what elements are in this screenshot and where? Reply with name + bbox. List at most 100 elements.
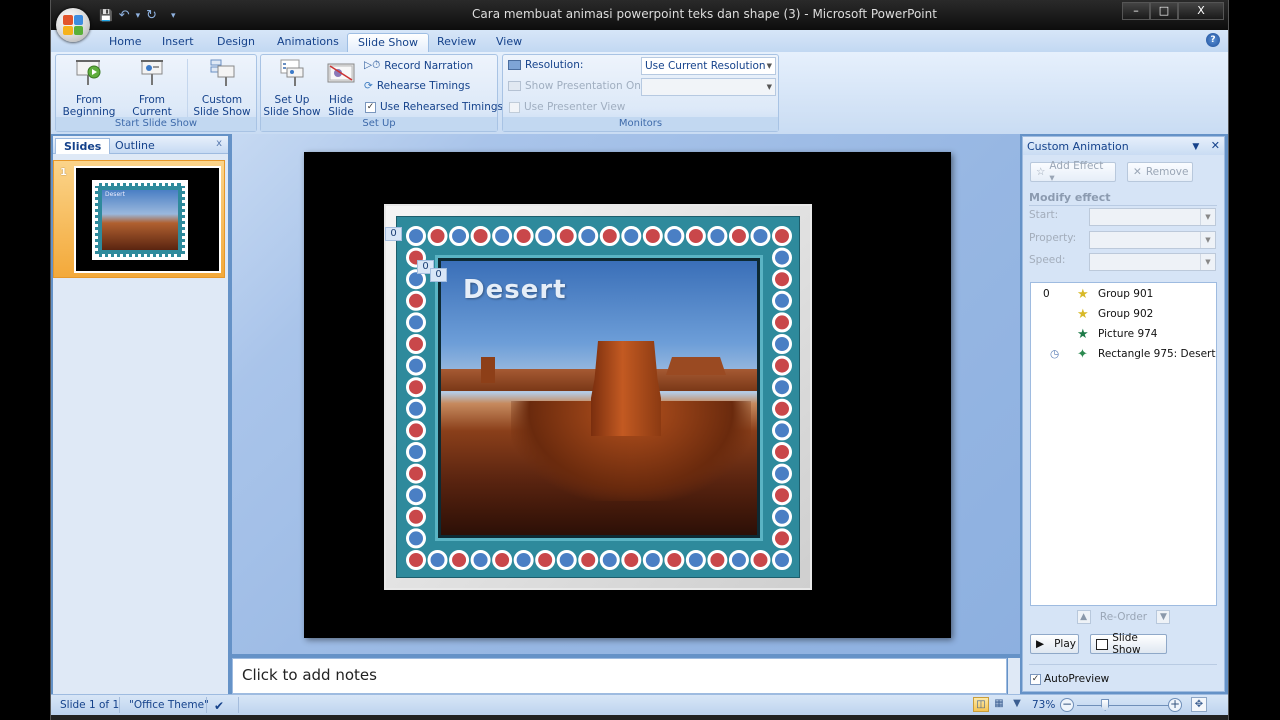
group-set-up: Set Up Slide Show Hide Slide ▷⏱ Record N… (260, 54, 503, 132)
animation-item[interactable]: ◷ ✦ Rectangle 975: Desert (1031, 345, 1216, 363)
save-icon[interactable]: 💾 (99, 9, 113, 22)
use-rehearsed-label: Use Rehearsed Timings (380, 101, 503, 113)
animation-name: Group 902 (1098, 308, 1154, 320)
fit-to-window-icon[interactable]: ✥ (1191, 697, 1207, 712)
undo-dropdown-icon[interactable]: ▾ (136, 11, 141, 21)
animation-item[interactable]: 0 ★ Group 901 (1031, 285, 1216, 303)
animation-item[interactable]: ★ Group 902 (1031, 305, 1216, 323)
border-dot (599, 550, 620, 570)
ribbon: From Beginning From Current Slide Custom… (51, 52, 1228, 134)
border-dot (427, 226, 448, 246)
remove-button[interactable]: ✕ Remove (1127, 162, 1193, 182)
star-yellow-icon: ★ (1077, 286, 1089, 302)
animation-tag[interactable]: 0 (385, 227, 402, 241)
undo-icon[interactable]: ↶ (119, 8, 130, 23)
property-label: Property: (1029, 232, 1077, 244)
move-down-icon[interactable]: ▼ (1156, 610, 1171, 624)
tab-animations[interactable]: Animations (267, 33, 349, 52)
border-dot (728, 226, 749, 246)
border-dot (772, 485, 792, 506)
zoom-in-icon[interactable]: + (1168, 698, 1182, 712)
pane-close-icon[interactable]: ✕ (1211, 139, 1220, 152)
slideshow-view-icon[interactable]: ▼ (1009, 697, 1025, 712)
normal-view-icon[interactable]: ◫ (973, 697, 989, 712)
remove-icon: ✕ (1133, 166, 1142, 178)
tab-review[interactable]: Review (427, 33, 486, 52)
slide-number: 1 (60, 167, 67, 178)
tab-insert[interactable]: Insert (152, 33, 204, 52)
zoom-out-icon[interactable]: − (1060, 698, 1074, 712)
customize-qat-icon[interactable]: ▾ (171, 11, 176, 21)
record-narration-button[interactable]: ▷⏱ Record Narration (364, 59, 473, 72)
tab-slides[interactable]: Slides (55, 138, 111, 154)
office-button[interactable] (56, 8, 90, 42)
slide-edit-area: Desert 0 0 0 (232, 134, 1020, 654)
resolution-label-text: Resolution: (525, 59, 584, 71)
border-dot (449, 226, 470, 246)
border-dot (664, 226, 685, 246)
use-rehearsed-timings-checkbox[interactable]: ✓ Use Rehearsed Timings (365, 101, 503, 113)
border-dot (406, 485, 426, 506)
border-dot (470, 226, 491, 246)
speed-dropdown[interactable]: ▼ (1089, 253, 1216, 271)
notes-field[interactable]: Click to add notes (232, 658, 1007, 694)
border-dot (427, 550, 448, 570)
start-dropdown[interactable]: ▼ (1089, 208, 1216, 226)
set-up-slide-show-button[interactable]: Set Up Slide Show (263, 58, 321, 118)
teal-border: Desert (396, 216, 800, 578)
picture-974[interactable]: Desert (435, 255, 763, 541)
border-dot (492, 550, 513, 570)
autopreview-label: AutoPreview (1044, 673, 1110, 685)
slide-canvas[interactable]: Desert 0 0 0 (304, 152, 951, 638)
notes-scrollbar[interactable] (1008, 658, 1020, 694)
slide-sorter-icon[interactable]: ▦ (991, 697, 1007, 712)
autopreview-checkbox[interactable]: ✓ AutoPreview (1030, 673, 1109, 685)
help-icon[interactable]: ? (1206, 33, 1220, 47)
border-dot (772, 355, 792, 376)
checkbox-checked-icon: ✓ (1030, 673, 1041, 685)
show-presentation-on-dropdown[interactable]: ▼ (641, 78, 776, 96)
checkbox-unchecked-icon (509, 101, 520, 113)
border-dot (750, 226, 771, 246)
tab-slide-show[interactable]: Slide Show (347, 33, 430, 52)
tab-view[interactable]: View (486, 33, 532, 52)
hide-slide-button[interactable]: Hide Slide (323, 58, 359, 118)
slide-thumbnail-1[interactable]: 1 Desert (53, 160, 225, 278)
pane-menu-icon[interactable]: ▼ (1192, 142, 1199, 152)
slide-title-desert[interactable]: Desert (463, 275, 567, 305)
zoom-slider-handle[interactable] (1101, 699, 1110, 711)
tab-design[interactable]: Design (207, 33, 265, 52)
group-start-slide-show: From Beginning From Current Slide Custom… (55, 54, 257, 132)
theme-name[interactable]: "Office Theme" (129, 699, 209, 711)
add-effect-button[interactable]: ☆ Add Effect ▾ (1030, 160, 1116, 184)
play-button[interactable]: ▶ Play (1030, 634, 1079, 654)
maximize-button[interactable]: □ (1150, 2, 1178, 20)
animation-item[interactable]: ★ Picture 974 (1031, 325, 1216, 343)
animation-tag[interactable]: 0 (430, 268, 447, 282)
border-dot (406, 528, 426, 549)
picture-frame[interactable]: Desert (384, 204, 812, 590)
animation-list[interactable]: 0 ★ Group 901 ★ Group 902 ★ Picture 974 … (1030, 282, 1217, 606)
spell-check-icon[interactable]: ✔ (214, 699, 224, 713)
border-dot (535, 226, 556, 246)
close-pane-icon[interactable]: x (216, 138, 222, 149)
move-up-icon[interactable]: ▲ (1076, 610, 1091, 624)
zoom-level[interactable]: 73% (1032, 699, 1055, 711)
star-add-icon: ☆ (1036, 166, 1046, 178)
slide-show-button[interactable]: Slide Show (1090, 632, 1167, 656)
close-button[interactable]: X (1178, 2, 1224, 20)
monitors-icon (508, 81, 521, 91)
from-beginning-button[interactable]: From Beginning (60, 58, 118, 118)
divider (206, 697, 207, 713)
border-dot (406, 226, 426, 246)
status-bar: Slide 1 of 1 "Office Theme" ✔ ◫ ▦ ▼ 73% … (51, 694, 1228, 715)
use-presenter-view-checkbox[interactable]: Use Presenter View (509, 101, 625, 113)
property-dropdown[interactable]: ▼ (1089, 231, 1216, 249)
minimize-button[interactable]: – (1122, 2, 1150, 20)
zoom-slider[interactable] (1077, 705, 1171, 706)
tab-home[interactable]: Home (99, 33, 151, 52)
tab-outline[interactable]: Outline (107, 138, 163, 154)
redo-icon[interactable]: ↻ (146, 8, 157, 23)
rehearse-timings-button[interactable]: ⟳ Rehearse Timings (364, 80, 470, 92)
resolution-dropdown[interactable]: Use Current Resolution ▼ (641, 57, 776, 75)
